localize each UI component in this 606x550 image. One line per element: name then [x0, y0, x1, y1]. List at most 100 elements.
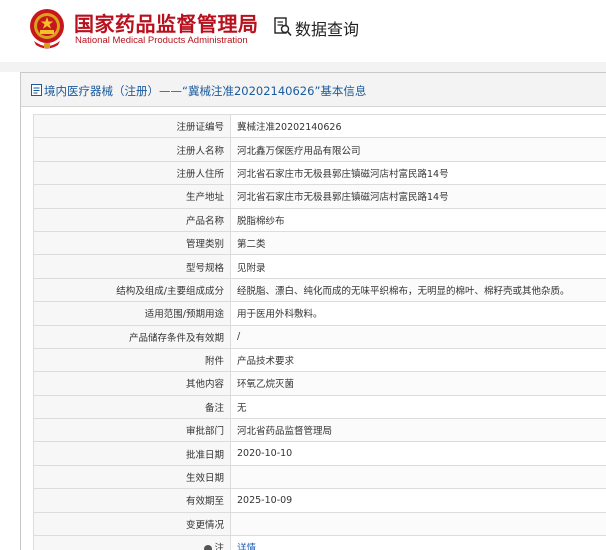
- field-value: 第二类: [230, 230, 606, 256]
- field-label-text: 审批部门: [185, 426, 224, 438]
- field-label-text: 管理类别: [185, 239, 224, 251]
- field-value: 河北省石家庄市无极县郭庄镇磁河店村富民路14号: [230, 160, 606, 186]
- table-row: 注册人住所 河北省石家庄市无极县郭庄镇磁河店村富民路14号: [33, 160, 606, 186]
- table-row: 产品储存条件及有效期 /: [33, 324, 606, 349]
- field-value-text: 河北省药品监督管理局: [237, 426, 333, 438]
- field-value-text: /: [237, 331, 241, 343]
- field-label: 产品储存条件及有效期: [33, 324, 231, 349]
- field-value-text: 无: [237, 402, 247, 414]
- site-header: 国家药品监督管理局 National Medical Products Admi…: [0, 0, 606, 60]
- field-label: 结构及组成/主要组成成分: [33, 277, 231, 303]
- table-row: 生效日期: [33, 464, 606, 490]
- field-value: 用于医用外科敷料。: [230, 301, 606, 326]
- table-row: 批准日期 2020-10-10: [33, 441, 606, 466]
- field-label-text: 有效期至: [185, 496, 224, 508]
- table-row: 生产地址 河北省石家庄市无极县郭庄镇磁河店村富民路14号: [33, 184, 606, 209]
- field-value-text: 河北省石家庄市无极县郭庄镇磁河店村富民路14号: [237, 192, 449, 204]
- field-label: 变更情况: [33, 511, 231, 537]
- search-document-icon[interactable]: [274, 17, 292, 37]
- field-label-text: 型号规格: [185, 262, 224, 274]
- field-value-text: 河北省石家庄市无极县郭庄镇磁河店村富民路14号: [237, 168, 449, 180]
- field-label: 有效期至: [33, 488, 231, 513]
- document-icon: [31, 84, 42, 96]
- table-row: 备注 无: [33, 394, 606, 420]
- field-value: /: [230, 324, 606, 349]
- field-value: 脱脂棉纱布: [230, 207, 606, 232]
- table-row: 注册证编号 冀械注准20202140626: [33, 113, 606, 139]
- field-value-text: 2020-10-10: [237, 448, 293, 460]
- field-value-text: 经脱脂、漂白、纯化而成的无味平织棉布，无明显的棉叶、棉籽壳或其他杂质。: [237, 285, 570, 297]
- table-row: 产品名称 脱脂棉纱布: [33, 207, 606, 232]
- data-query-link[interactable]: 数据查询: [295, 16, 359, 40]
- field-value: [230, 464, 606, 490]
- field-value: 环氧乙烷灭菌: [230, 371, 606, 396]
- field-label: 注册证编号: [33, 113, 231, 139]
- field-label: 附件: [33, 347, 231, 373]
- field-label: 注册人名称: [33, 137, 231, 162]
- table-row: 注册人名称 河北鑫万保医疗用品有限公司: [33, 137, 606, 162]
- table-row: 有效期至 2025-10-09: [33, 488, 606, 513]
- table-row: 管理类别 第二类: [33, 230, 606, 256]
- table-row: 注 详情: [33, 535, 606, 550]
- field-label-text: 备注: [204, 402, 224, 414]
- field-label-text: 产品储存条件及有效期: [128, 332, 224, 344]
- field-value: 产品技术要求: [230, 347, 606, 373]
- field-value: 经脱脂、漂白、纯化而成的无味平织棉布，无明显的棉叶、棉籽壳或其他杂质。: [230, 277, 606, 303]
- field-label: 注册人住所: [33, 160, 231, 186]
- field-label: 管理类别: [33, 230, 231, 256]
- details-link-text[interactable]: 详情: [237, 543, 256, 550]
- field-label-text: 结构及组成/主要组成成分: [116, 285, 224, 297]
- field-label: 生产地址: [33, 184, 231, 209]
- field-label: 其他内容: [33, 371, 231, 396]
- field-label: 注: [33, 535, 231, 550]
- field-label-text: 注册人住所: [176, 168, 224, 180]
- table-row: 适用范围/预期用途 用于医用外科敷料。: [33, 301, 606, 326]
- field-value: [230, 511, 606, 537]
- field-value: 2025-10-09: [230, 488, 606, 513]
- field-value: 见附录: [230, 254, 606, 279]
- field-value: 冀械注准20202140626: [230, 113, 606, 139]
- field-value-text: 第二类: [237, 239, 266, 251]
- national-emblem-icon: [30, 9, 64, 49]
- field-value: 2020-10-10: [230, 441, 606, 466]
- field-label-text: 产品名称: [185, 215, 224, 227]
- table-row: 审批部门 河北省药品监督管理局: [33, 418, 606, 443]
- field-label-text: 适用范围/预期用途: [144, 309, 224, 321]
- panel-title: 境内医疗器械（注册）——“冀械注准20202140626”基本信息: [44, 84, 367, 98]
- site-name-cn: 国家药品监督管理局: [74, 12, 259, 36]
- details-link[interactable]: 详情: [230, 535, 606, 550]
- field-label-text: 其他内容: [185, 379, 224, 391]
- field-value-text: 河北鑫万保医疗用品有限公司: [237, 145, 361, 157]
- field-value: 河北省石家庄市无极县郭庄镇磁河店村富民路14号: [230, 184, 606, 209]
- detail-panel: 境内医疗器械（注册）——“冀械注准20202140626”基本信息 注册证编号 冀…: [20, 72, 606, 550]
- table-row: 其他内容 环氧乙烷灭菌: [33, 371, 606, 396]
- field-label-text: 生效日期: [185, 473, 224, 485]
- field-label: 审批部门: [33, 418, 231, 443]
- header-divider: [0, 62, 606, 72]
- field-value: 河北省药品监督管理局: [230, 418, 606, 443]
- field-label-text: 变更情况: [185, 519, 224, 531]
- field-value-text: 2025-10-09: [237, 494, 293, 506]
- field-value: 河北鑫万保医疗用品有限公司: [230, 137, 606, 162]
- field-label: 备注: [33, 394, 231, 420]
- field-label: 批准日期: [33, 441, 231, 466]
- table-row: 型号规格 见附录: [33, 254, 606, 279]
- field-label-text: 批准日期: [185, 449, 224, 461]
- field-label: 产品名称: [33, 207, 231, 232]
- field-label-text: 附件: [204, 356, 224, 368]
- field-value-text: 脱脂棉纱布: [237, 215, 285, 227]
- field-value-text: 用于医用外科敷料。: [237, 309, 323, 321]
- info-table: 注册证编号 冀械注准20202140626 注册人名称 河北鑫万保医疗用品有限公司 注册…: [33, 113, 606, 550]
- field-label-text: 注: [214, 543, 224, 550]
- field-label: 适用范围/预期用途: [33, 301, 231, 326]
- table-row: 结构及组成/主要组成成分 经脱脂、漂白、纯化而成的无味平织棉布，无明显的棉叶、棉籽…: [33, 277, 606, 303]
- field-value-text: 产品技术要求: [237, 356, 295, 368]
- field-value-text: 环氧乙烷灭菌: [237, 379, 295, 391]
- field-label-text: 生产地址: [185, 192, 224, 204]
- lightbulb-icon: [204, 544, 213, 550]
- table-row: 变更情况: [33, 511, 606, 537]
- field-value-text: 见附录: [237, 262, 266, 274]
- field-label: 型号规格: [33, 254, 231, 279]
- field-label: 生效日期: [33, 464, 231, 490]
- table-row: 附件 产品技术要求: [33, 347, 606, 373]
